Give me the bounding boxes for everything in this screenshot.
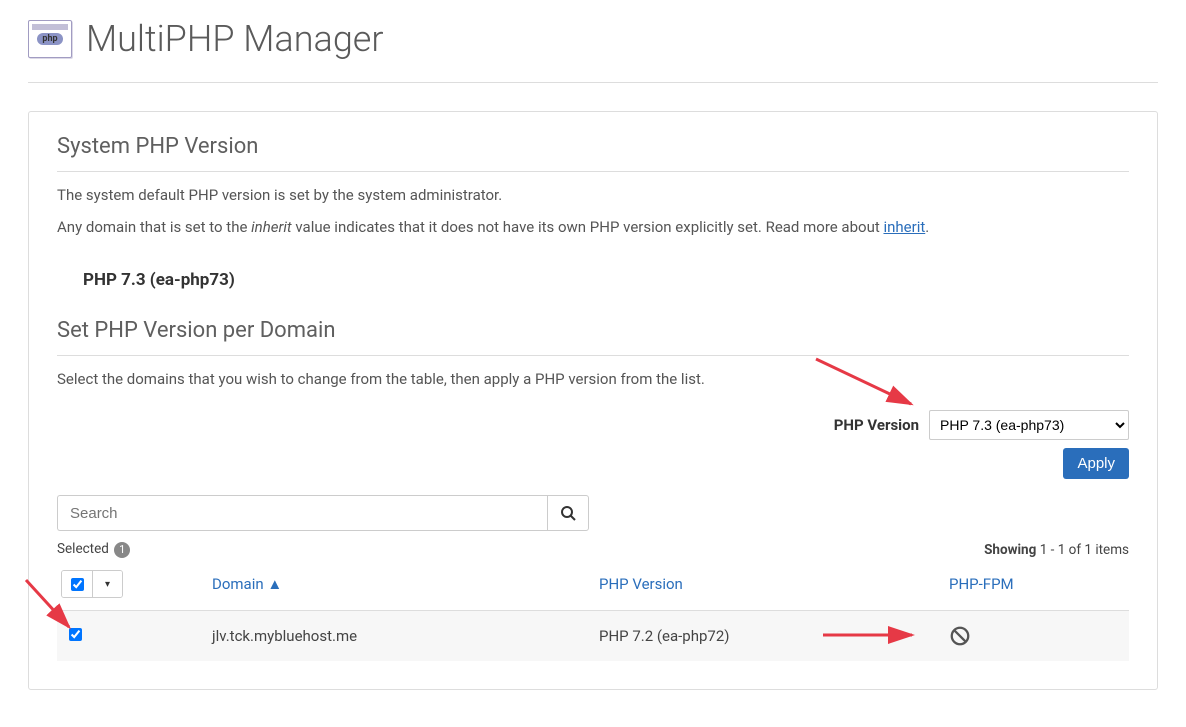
showing-label: Showing xyxy=(984,542,1036,558)
text-fragment: Any domain that is set to the xyxy=(57,218,251,236)
sort-asc-icon: ▲ xyxy=(267,575,282,593)
system-php-desc-2: Any domain that is set to the inherit va… xyxy=(57,218,1129,236)
select-all-checkbox-cell[interactable] xyxy=(62,571,92,597)
domains-table: ▾ Domain ▲ PHP Version PHP-F xyxy=(57,566,1129,661)
col-header-php-fpm[interactable]: PHP-FPM xyxy=(949,575,1014,593)
selected-status: Selected 1 xyxy=(57,541,130,558)
php-badge: php xyxy=(37,33,62,45)
col-header-domain[interactable]: Domain ▲ xyxy=(212,575,282,593)
php-version-select[interactable]: PHP 7.3 (ea-php73) xyxy=(929,410,1129,440)
domain-header-text: Domain xyxy=(212,575,264,593)
system-php-desc-1: The system default PHP version is set by… xyxy=(57,186,1129,204)
select-all-checkbox[interactable] xyxy=(71,578,84,591)
main-panel: System PHP Version The system default PH… xyxy=(28,111,1158,690)
showing-status: Showing 1 - 1 of 1 items xyxy=(984,542,1129,558)
row-php-fpm xyxy=(949,625,1129,647)
text-fragment: . xyxy=(925,218,929,236)
select-all-dropdown[interactable]: ▾ xyxy=(92,571,122,597)
system-php-version: PHP 7.3 (ea-php73) xyxy=(83,270,1129,290)
page-title: MultiPHP Manager xyxy=(86,18,384,60)
row-checkbox[interactable] xyxy=(69,628,82,641)
apply-button[interactable]: Apply xyxy=(1063,448,1129,479)
system-php-heading: System PHP Version xyxy=(57,134,1129,172)
showing-text: 1 - 1 of 1 items xyxy=(1040,542,1129,558)
inherit-em: inherit xyxy=(251,218,292,236)
search-button[interactable] xyxy=(547,495,589,531)
col-header-php-version[interactable]: PHP Version xyxy=(599,575,683,593)
table-header: ▾ Domain ▲ PHP Version PHP-F xyxy=(57,566,1129,611)
row-domain: jlv.tck.mybluehost.me xyxy=(212,627,599,645)
selected-count-badge: 1 xyxy=(114,542,130,558)
apply-row: PHP Version PHP 7.3 (ea-php73) xyxy=(57,410,1129,440)
caret-down-icon: ▾ xyxy=(105,579,110,590)
select-all-group: ▾ xyxy=(61,570,123,598)
php-version-label: PHP Version xyxy=(834,416,919,434)
row-php-version: PHP 7.2 (ea-php72) xyxy=(599,627,949,645)
multiphp-icon: php xyxy=(28,20,72,58)
set-php-heading: Set PHP Version per Domain xyxy=(57,318,1129,356)
search-input[interactable] xyxy=(57,495,547,531)
page-header: php MultiPHP Manager xyxy=(28,0,1158,83)
inherit-link[interactable]: inherit xyxy=(883,218,925,236)
selected-label: Selected xyxy=(57,541,109,557)
table-row: jlv.tck.mybluehost.me PHP 7.2 (ea-php72) xyxy=(57,611,1129,661)
set-php-desc: Select the domains that you wish to chan… xyxy=(57,370,1129,388)
ban-icon xyxy=(949,625,1129,647)
search-icon xyxy=(560,505,576,521)
text-fragment: value indicates that it does not have it… xyxy=(292,218,884,236)
